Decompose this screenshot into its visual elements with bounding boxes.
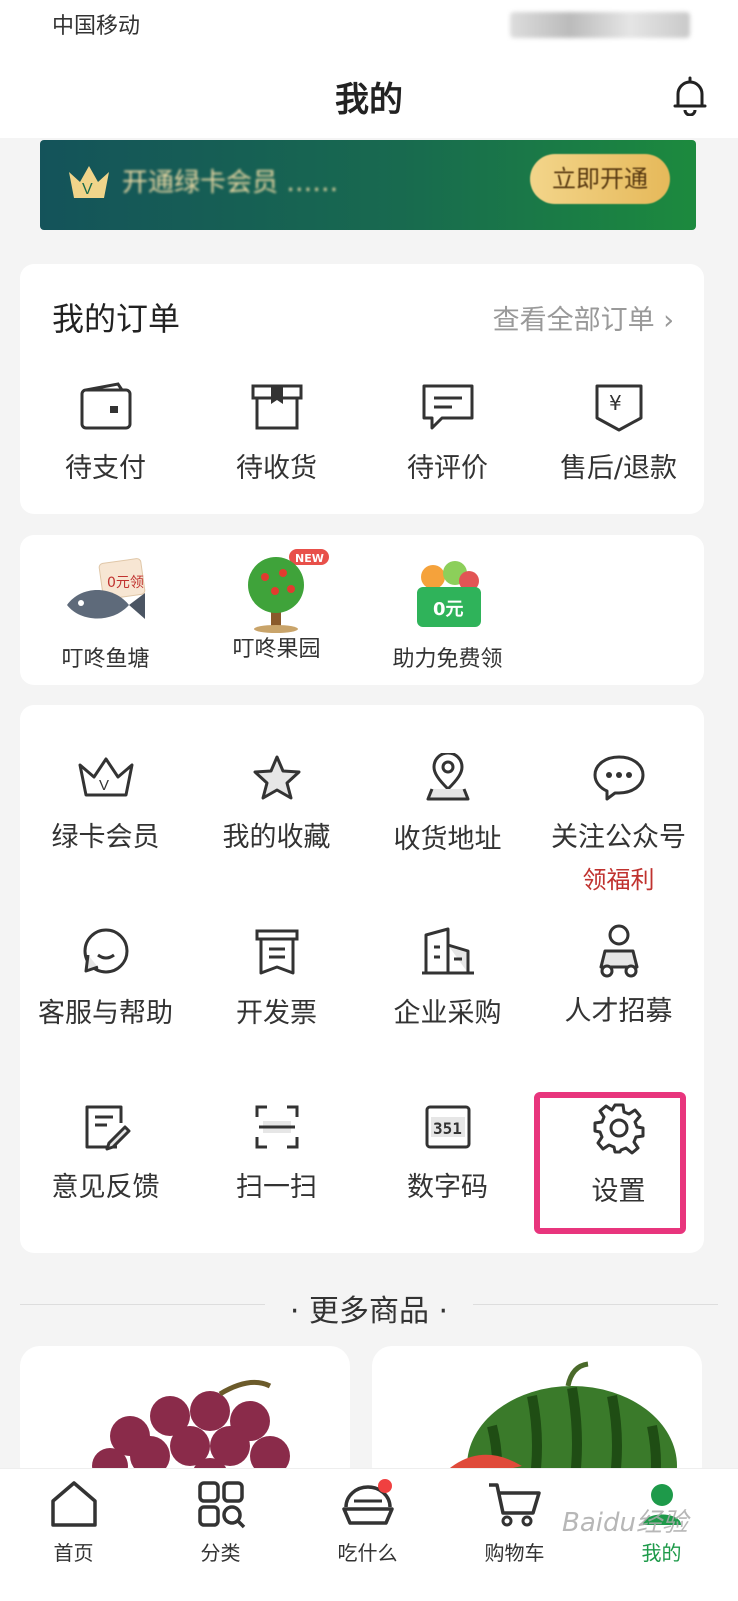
order-label: 售后/退款 [559, 453, 678, 484]
service-follow-official-account[interactable]: 关注公众号 领福利 [533, 753, 704, 895]
order-pending-review[interactable]: 待评价 [362, 382, 533, 485]
service-label: 客服与帮助 [38, 998, 173, 1029]
service-label: 关注公众号 [551, 822, 686, 853]
see-all-label: 查看全部订单 [492, 305, 655, 336]
star-icon [253, 755, 300, 800]
more-products-divider: · 更多商品 · [0, 1280, 738, 1330]
service-invoice[interactable]: 开发票 [191, 927, 362, 1030]
tab-label: 我的 [641, 1541, 682, 1565]
more-products-title: · 更多商品 · [289, 1294, 449, 1329]
banner-text: 开通绿卡会员 …… [122, 168, 339, 198]
service-feedback[interactable]: 意见反馈 [20, 1103, 191, 1204]
basket-badge: 0元 [433, 599, 464, 620]
service-address[interactable]: 收货地址 [362, 753, 533, 856]
basket-icon: 0元 [416, 561, 481, 627]
tab-label: 购物车 [484, 1541, 545, 1565]
membership-banner[interactable]: V 开通绿卡会员 …… 立即开通 [40, 140, 696, 230]
svg-text:V: V [82, 181, 93, 198]
tab-category[interactable]: 分类 [147, 1479, 294, 1566]
invoice-icon [255, 929, 298, 975]
page-header: 我的 [0, 48, 738, 138]
service-enterprise-purchase[interactable]: 企业采购 [362, 927, 533, 1030]
order-pending-payment[interactable]: 待支付 [20, 382, 191, 485]
more-products-label: 更多商品 [309, 1294, 429, 1329]
service-label: 意见反馈 [51, 1172, 160, 1203]
orders-card: 我的订单 查看全部订单 › 待支付 待收货 待评价 ¥ 售后/退款 [20, 264, 704, 514]
order-pending-receipt[interactable]: 待收货 [191, 382, 362, 485]
service-digital-code[interactable]: 351 数字码 [362, 1103, 533, 1204]
digital-code-text: 351 [433, 1119, 462, 1138]
comment-icon [422, 384, 473, 430]
service-label: 扫一扫 [236, 1172, 317, 1203]
courier-icon [599, 924, 638, 978]
service-green-card[interactable]: V 绿卡会员 [20, 753, 191, 854]
service-icon [83, 928, 128, 974]
service-label: 收货地址 [393, 824, 502, 855]
service-label: 人才招募 [564, 996, 673, 1027]
promo-orchard[interactable]: NEW 叮咚果园 [191, 547, 362, 663]
orders-title: 我的订单 [52, 300, 181, 338]
fish-icon: 0元领 [66, 558, 145, 619]
cart-icon [488, 1483, 541, 1527]
watermelon-image [432, 1361, 677, 1486]
open-membership-button[interactable]: 立即开通 [530, 154, 670, 204]
service-label: 我的收藏 [222, 822, 331, 853]
grapes-image [92, 1379, 290, 1486]
notification-dot [378, 1479, 392, 1493]
promo-card: 0元领 叮咚鱼塘 NEW 叮咚果园 0元 助力免费领 [20, 535, 704, 685]
tab-label: 首页 [53, 1541, 94, 1565]
promo-label: 叮咚鱼塘 [61, 647, 150, 672]
service-label: 企业采购 [393, 998, 502, 1029]
product-card-grapes[interactable] [20, 1346, 350, 1486]
page-title: 我的 [335, 80, 403, 120]
promo-label: 叮咚果园 [232, 637, 321, 662]
tree-icon: NEW [247, 549, 329, 633]
carrier-label: 中国移动 [52, 14, 141, 39]
crown-icon: V [69, 166, 109, 198]
fish-badge: 0元领 [107, 575, 144, 591]
order-label: 待收货 [236, 453, 317, 484]
new-badge: NEW [295, 552, 324, 565]
promo-label: 助力免费领 [392, 647, 503, 672]
svg-text:¥: ¥ [609, 391, 622, 415]
location-icon [426, 753, 469, 801]
chevron-right-icon: › [663, 305, 674, 336]
service-customer-support[interactable]: 客服与帮助 [20, 927, 191, 1030]
service-recruitment[interactable]: 人才招募 [533, 923, 704, 1028]
service-label: 绿卡会员 [51, 822, 160, 853]
watermark-text: Baidu经验 [562, 1508, 688, 1538]
see-all-orders-link[interactable]: 查看全部订单 › [493, 298, 674, 337]
refund-icon: ¥ [595, 384, 642, 432]
tab-label: 吃什么 [337, 1541, 398, 1565]
service-label: 数字码 [407, 1172, 488, 1203]
crown-icon: V [78, 757, 133, 797]
service-favorites[interactable]: 我的收藏 [191, 753, 362, 854]
tab-home[interactable]: 首页 [0, 1479, 147, 1566]
building-icon [421, 927, 474, 975]
service-scan[interactable]: 扫一扫 [191, 1103, 362, 1204]
order-refund[interactable]: ¥ 售后/退款 [533, 382, 704, 485]
promo-fish-pond[interactable]: 0元领 叮咚鱼塘 [20, 557, 191, 673]
package-icon [251, 384, 302, 430]
scan-icon [255, 1105, 298, 1149]
digital-code-icon: 351 [425, 1105, 470, 1149]
chat-icon [593, 755, 644, 801]
promo-free-assist[interactable]: 0元 助力免费领 [362, 557, 533, 673]
feedback-icon [85, 1105, 130, 1151]
home-icon [50, 1481, 97, 1527]
tab-label: 分类 [200, 1541, 241, 1565]
status-icons-blurred [510, 12, 690, 38]
product-card-watermelon[interactable] [372, 1346, 702, 1486]
category-icon [197, 1481, 245, 1529]
bell-icon[interactable] [672, 76, 708, 116]
order-label: 待支付 [65, 453, 146, 484]
tab-what-to-eat[interactable]: 吃什么 [294, 1479, 441, 1566]
svg-text:V: V [99, 777, 109, 794]
service-sublabel: 领福利 [582, 866, 655, 894]
wallet-icon [80, 382, 131, 430]
order-label: 待评价 [407, 453, 488, 484]
status-bar: 中国移动 [0, 0, 738, 48]
service-label: 开发票 [236, 998, 317, 1029]
settings-highlight-box [534, 1092, 686, 1234]
